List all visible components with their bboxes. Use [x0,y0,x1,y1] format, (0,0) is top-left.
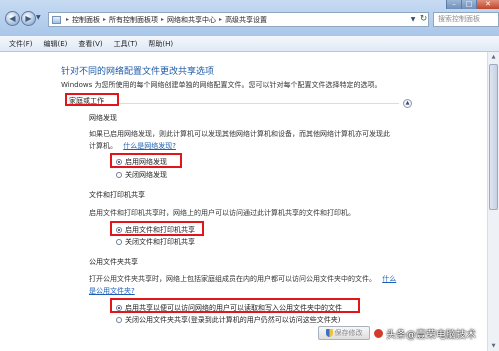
chevron-right-icon[interactable]: ▸ [219,16,222,23]
breadcrumb-all-items[interactable]: 所有控制面板项 [109,15,158,25]
menu-bar: 文件(F) 编辑(E) 查看(V) 工具(T) 帮助(H) [0,36,499,52]
back-button[interactable]: ◀ [5,11,20,26]
radio-unselected-icon[interactable] [116,239,122,245]
highlight-box [110,221,204,236]
refresh-icon[interactable]: ↻ [418,12,429,27]
public-folder-off-option[interactable]: 关闭公用文件夹共享(登录到此计算机的用户仍然可以访问这些文件夹) [116,315,340,325]
scroll-down-icon[interactable]: ▼ [488,341,499,351]
scroll-up-icon[interactable]: ▲ [488,52,499,62]
highlight-box [110,153,182,168]
highlight-box [65,93,119,106]
what-is-network-discovery-link[interactable]: 什么是网络发现? [123,142,176,150]
menu-tools[interactable]: 工具(T) [114,39,138,49]
forward-button[interactable]: ▶ [21,11,36,26]
file-printer-sharing-desc: 启用文件和打印机共享时，网络上的用户可以访问通过此计算机共享的文件和打印机。 [89,209,355,217]
menu-view[interactable]: 查看(V) [78,39,102,49]
recent-pages-dropdown-icon[interactable]: ▼ [36,14,41,21]
menu-help[interactable]: 帮助(H) [148,39,173,49]
page-intro: Windows 为您所使用的每个网络创建单独的网络配置文件。您可以针对每个配置文… [61,81,382,89]
divider [119,103,399,104]
chevron-right-icon[interactable]: ▸ [161,16,164,23]
breadcrumb-control-panel[interactable]: 控制面板 [72,15,100,25]
address-dropdown-icon[interactable]: ▼ [408,12,418,27]
discovery-off-option[interactable]: 关闭网络发现 [116,170,167,180]
breadcrumb-advanced-sharing[interactable]: 高级共享设置 [225,15,267,25]
save-changes-button[interactable]: 保存修改 [318,326,370,340]
minimize-icon[interactable]: – [446,0,461,9]
watermark-logo-icon [373,328,384,339]
file-printer-off-option[interactable]: 关闭文件和打印机共享 [116,237,195,247]
public-folder-sharing-title: 公用文件夹共享 [89,258,138,266]
vertical-scrollbar[interactable]: ▲ ▼ [487,52,499,351]
file-printer-sharing-title: 文件和打印机共享 [89,191,145,199]
menu-edit[interactable]: 编辑(E) [44,39,68,49]
radio-unselected-icon[interactable] [116,172,122,178]
file-printer-off-label: 关闭文件和打印机共享 [125,238,195,246]
discovery-off-label: 关闭网络发现 [125,171,167,179]
what-is-public-folder-link-cont[interactable]: 是公用文件夹? [89,287,135,295]
highlight-box [110,298,360,313]
page-title: 针对不同的网络配置文件更改共享选项 [61,67,215,77]
chevron-right-icon[interactable]: ▸ [103,16,106,23]
close-icon[interactable]: ✕ [476,0,499,9]
watermark: 头条@壹荣电脑技术 [371,326,476,341]
radio-unselected-icon[interactable] [116,317,122,323]
chevron-right-icon[interactable]: ▸ [66,16,69,23]
uac-shield-icon [325,329,333,337]
public-folder-off-label: 关闭公用文件夹共享(登录到此计算机的用户仍然可以访问这些文件夹) [125,316,341,324]
window-controls: – □ ✕ [446,0,499,9]
save-changes-label: 保存修改 [334,329,363,337]
watermark-text: 头条@壹荣电脑技术 [386,330,476,341]
network-discovery-desc: 如果已启用网络发现，则此计算机可以发现其他网络计算机和设备，而其他网络计算机亦可… [89,130,390,138]
address-toolbar: ◀ ▶ ▼ ▸ 控制面板 ▸ 所有控制面板项 ▸ 网络和共享中心 ▸ 高级共享设… [0,0,499,36]
what-is-public-folder-link[interactable]: 什么 [382,275,396,283]
network-discovery-desc-cont: 计算机。 [89,142,117,150]
scrollbar-thumb[interactable] [489,64,498,210]
control-panel-icon [52,15,61,24]
address-bar[interactable]: ▸ 控制面板 ▸ 所有控制面板项 ▸ 网络和共享中心 ▸ 高级共享设置 [48,12,429,27]
breadcrumb-network-center[interactable]: 网络和共享中心 [167,15,216,25]
menu-file[interactable]: 文件(F) [9,39,33,49]
collapse-chevron-up-icon[interactable]: ▲ [403,99,412,108]
public-folder-sharing-desc: 打开公用文件夹共享时，网络上包括家庭组成员在内的用户都可以访问公用文件夹中的文件… [89,275,376,283]
search-input[interactable]: 搜索控制面板 [433,12,499,27]
maximize-icon[interactable]: □ [461,0,476,9]
network-discovery-title: 网络发现 [89,114,117,122]
